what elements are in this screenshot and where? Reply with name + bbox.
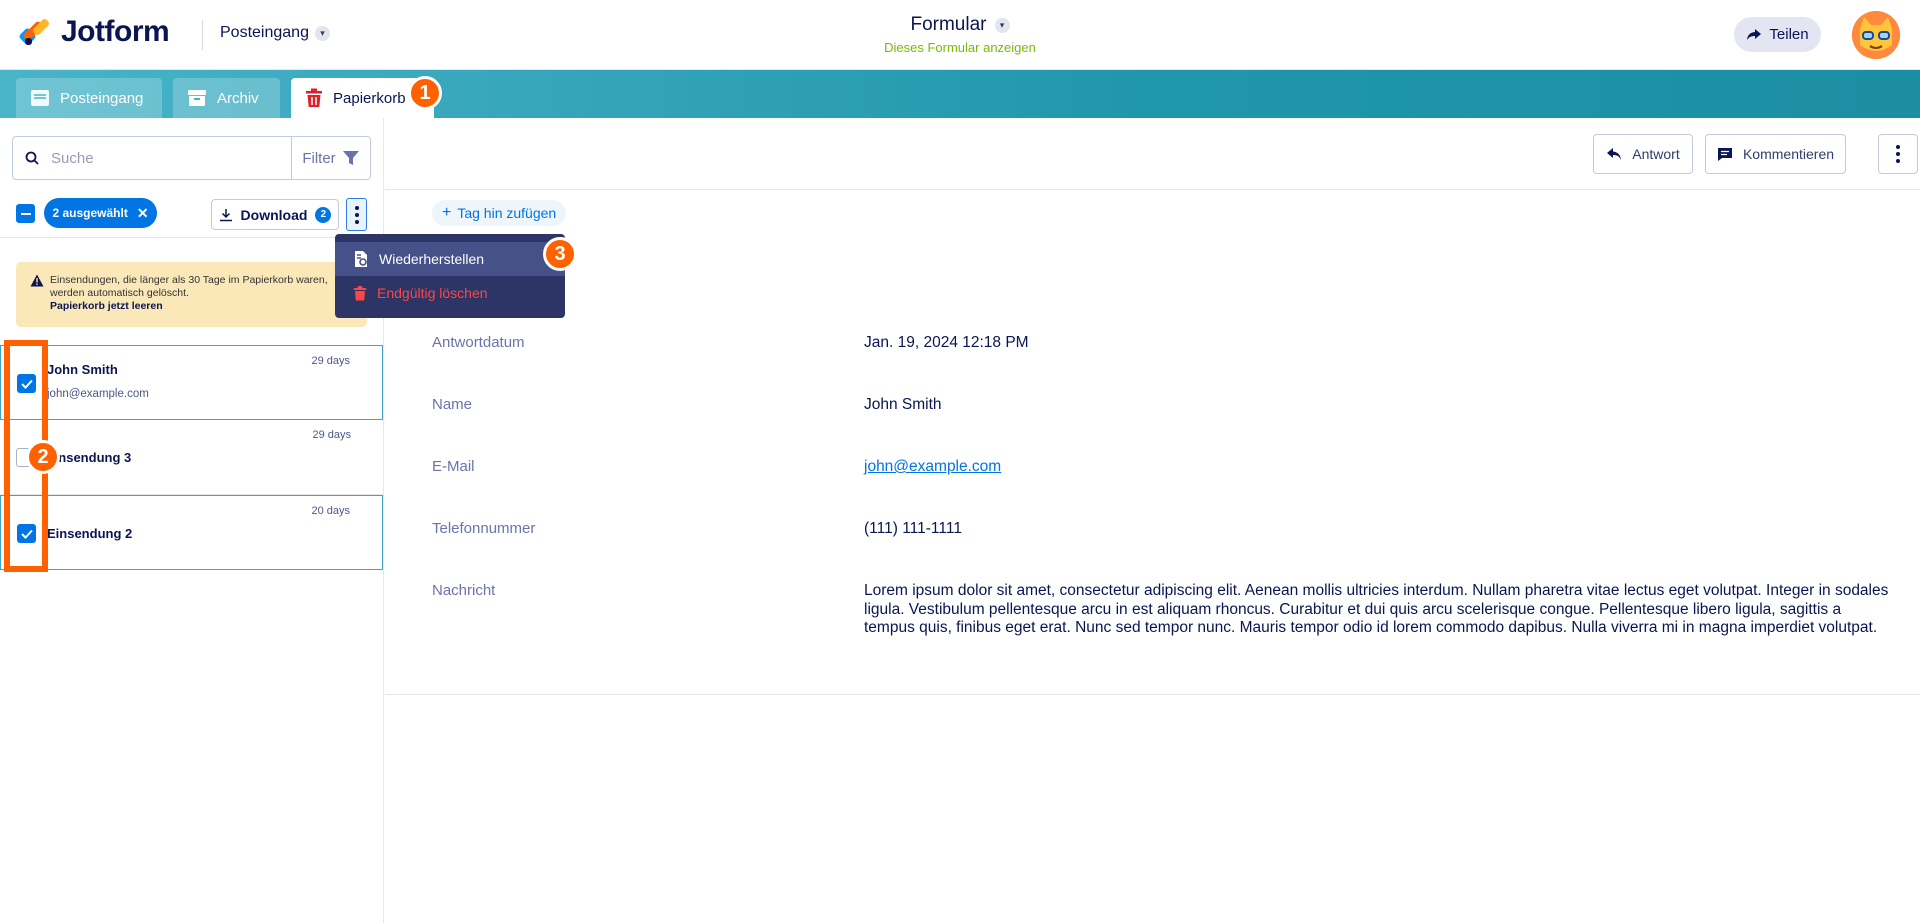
inbox-icon [31,90,49,106]
view-form-link[interactable]: Dieses Formular anzeigen [0,40,1920,55]
submission-title: John Smith [47,362,118,377]
trash-warning-banner: Einsendungen, die länger als 30 Tage im … [16,262,367,327]
filter-button[interactable]: Filter [291,137,370,179]
toolbar-divider [0,237,383,238]
submission-age: 20 days [311,505,350,517]
selection-count-label: 2 ausgewählt [52,206,128,220]
submission-age: 29 days [312,429,351,441]
download-label: Download [240,206,308,223]
reply-button[interactable]: Antwort [1593,134,1693,174]
submission-title: Einsendung 2 [47,526,133,541]
annotation-badge-2: 2 [26,440,60,474]
reply-icon [1607,148,1622,160]
field-label: Antwortdatum [432,334,525,351]
share-button[interactable]: Teilen [1734,17,1821,52]
search-input[interactable] [51,149,291,167]
email-link[interactable]: john@example.com [864,458,1001,476]
trash-icon [306,88,322,107]
detail-bottom-divider [385,694,1920,695]
annotation-badge-1: 1 [408,76,442,110]
share-arrow-icon [1747,28,1762,40]
warning-icon [30,274,44,287]
download-icon [219,208,232,221]
field-label: Telefonnummer [432,520,536,537]
form-title-dropdown[interactable]: Formular ▾ [910,14,1010,36]
tab-label: Papierkorb [333,89,406,107]
avatar-icon [1852,11,1900,59]
field-value: (111) 111-1111 [864,520,962,537]
trash-icon [353,285,367,300]
chevron-down-icon: ▾ [994,17,1010,33]
add-tag-label: Tag hin zufügen [457,205,557,221]
tab-label: Posteingang [60,89,144,107]
plus-icon: + [442,204,452,221]
select-all-checkbox[interactable] [16,204,35,223]
empty-trash-link[interactable]: Papierkorb jetzt leeren [50,300,163,312]
field-label: Name [432,396,473,413]
tab-posteingang[interactable]: Posteingang [16,78,162,118]
field-value: Jan. 19, 2024 12:18 PM [864,334,1029,351]
comment-button[interactable]: Kommentieren [1705,134,1846,174]
submission-row[interactable]: John Smith john@example.com 29 days [0,345,383,420]
submission-row[interactable]: Einsendung 2 20 days [0,495,383,570]
submission-age: 29 days [311,355,350,367]
inbox-tabbar: Posteingang Archiv Papierkorb 1 [0,70,1920,118]
more-actions-button[interactable] [346,198,367,231]
tab-archiv[interactable]: Archiv [173,78,280,118]
submission-more-button[interactable] [1878,134,1918,174]
share-label: Teilen [1769,26,1809,43]
download-count-badge: 2 [315,206,332,223]
submission-list-panel: Filter 2 ausgewählt ✕ Download 2 Einsend… [0,118,384,923]
restore-icon [355,251,367,267]
user-avatar[interactable] [1852,11,1900,59]
tab-label: Archiv [217,89,259,107]
filter-label: Filter [302,149,336,167]
message-value: Lorem ipsum dolor sit amet, consectetur … [864,582,1889,636]
field-value: John Smith [864,396,942,413]
top-header: Jotform Posteingang ▾ Formular ▾ Dieses … [0,0,1920,70]
submission-detail-panel: Antwort Kommentieren + Tag hin zufügen A… [385,118,1920,923]
download-button[interactable]: Download 2 [211,199,339,230]
form-title: Formular [910,14,987,35]
submission-email: john@example.com [47,388,149,400]
comment-label: Kommentieren [1742,146,1835,162]
comment-icon [1717,147,1732,161]
clear-selection-icon[interactable]: ✕ [137,205,149,222]
field-label: Nachricht [432,582,496,599]
archive-icon [188,90,206,106]
search-box: Filter [12,136,371,180]
add-tag-button[interactable]: + Tag hin zufügen [432,200,567,226]
selection-count-pill[interactable]: 2 ausgewählt ✕ [44,198,157,228]
search-icon [13,151,51,165]
field-label: E-Mail [432,458,475,475]
form-title-block: Formular ▾ Dieses Formular anzeigen [0,14,1920,55]
warning-text: Einsendungen, die länger als 30 Tage im … [50,274,328,299]
detail-toolbar-divider [385,189,1920,190]
filter-icon [342,151,359,165]
reply-label: Antwort [1632,146,1680,162]
